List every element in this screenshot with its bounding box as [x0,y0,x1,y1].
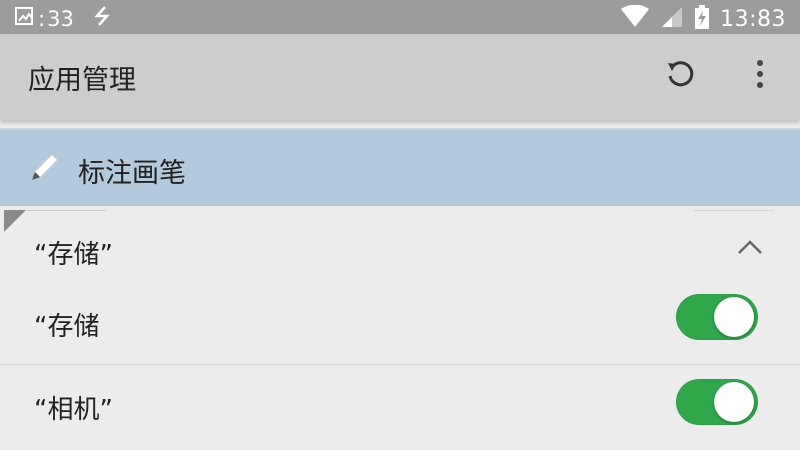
page-title: 应用管理 [28,65,136,96]
cellular-signal-icon [660,5,684,34]
status-bar: : 33 13:83 [0,0,800,34]
annotation-pen-item[interactable]: 标注画笔 [0,128,800,206]
storage-toggle[interactable] [676,294,758,340]
more-vertical-icon [756,59,764,93]
refresh-icon [664,58,696,94]
section-title: “存储” [34,240,113,270]
section-header-storage[interactable]: “存储” [0,210,800,286]
corner-mark [4,210,26,232]
permission-row-camera: “相机” [0,364,800,449]
status-right: 13:83 [620,4,786,35]
screen: : 33 13:83 应用管理 标注画笔 “存储” “存储 “相机” [0,0,800,450]
refresh-button[interactable] [660,56,700,96]
annotation-pen-label: 标注画笔 [78,158,186,189]
permission-row-storage: “存储 [0,282,800,366]
toggle-knob [714,297,754,337]
notification-group: : 33 [14,5,74,32]
battery-charging-icon [694,4,710,35]
toggle-knob [714,382,754,422]
chevron-up-icon[interactable] [736,238,764,260]
camera-toggle[interactable] [676,379,758,425]
section-edge-left [26,210,106,211]
section-edge-right [694,210,774,211]
app-bar: 应用管理 [0,34,800,120]
notification-count-colon: : [38,6,46,31]
permission-label: “存储 [34,312,100,342]
more-options-button[interactable] [744,56,776,96]
notification-count: 33 [47,6,74,31]
wifi-icon [620,4,650,34]
usb-debug-icon [92,5,112,32]
notification-image-icon [14,5,36,32]
status-left: : 33 [14,5,112,32]
pencil-icon [28,152,60,188]
status-time: 13:83 [720,7,786,32]
permission-label: “相机” [34,395,113,425]
